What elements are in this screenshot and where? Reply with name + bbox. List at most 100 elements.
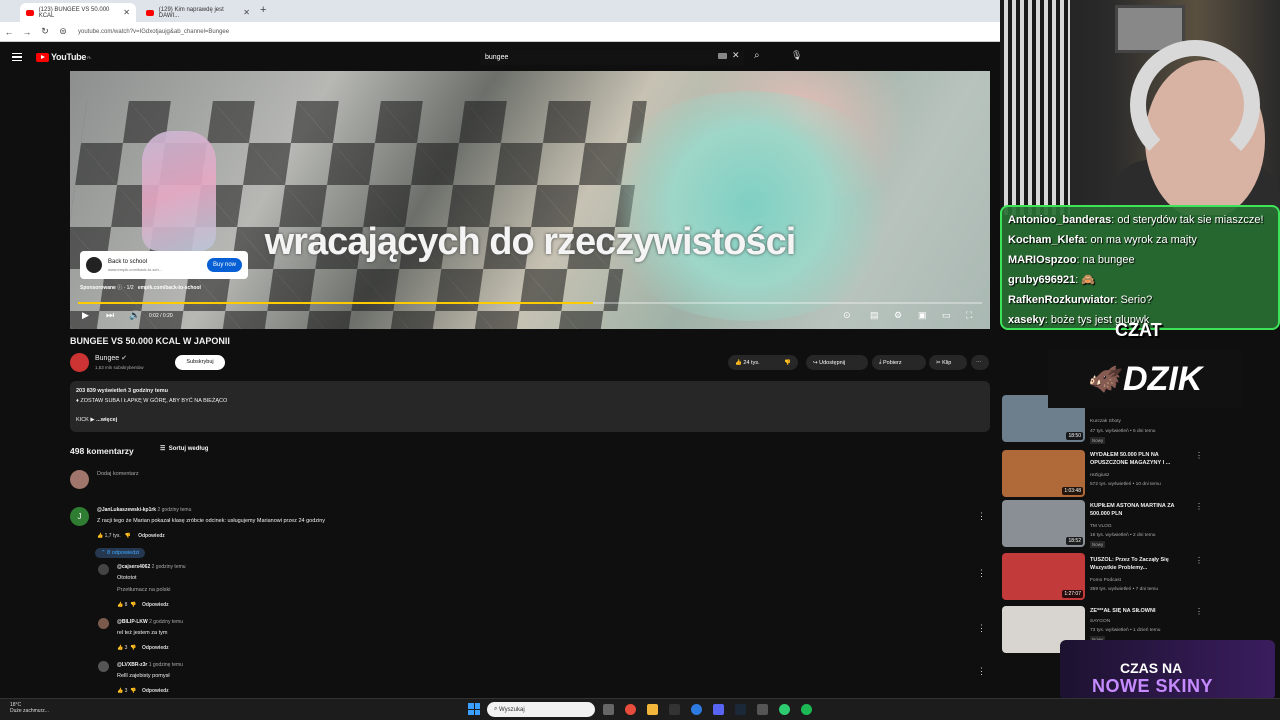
video-channel[interactable]: SAYGON xyxy=(1090,618,1110,626)
browser-icon[interactable] xyxy=(691,704,702,715)
more-actions-icon[interactable]: ⋯ xyxy=(971,355,989,370)
video-thumbnail[interactable]: 1:27:07 xyxy=(1002,553,1085,600)
terminal-icon[interactable] xyxy=(669,704,680,715)
video-thumbnail[interactable]: 1:03:48 xyxy=(1002,450,1085,497)
clip-button[interactable]: ✂ Klip xyxy=(929,355,967,370)
comment-menu-icon[interactable]: ⋮ xyxy=(977,666,986,677)
video-title[interactable]: TUSZOL: Przez To Zacząły Się Wszystkie P… xyxy=(1090,556,1190,572)
theater-mode-icon[interactable]: ▭ xyxy=(942,310,951,321)
comment-menu-icon[interactable]: ⋮ xyxy=(977,623,986,634)
weather-widget[interactable]: 18°C Duże zachmurz... xyxy=(10,702,49,714)
video-player[interactable]: wracających do rzeczywistości Back to sc… xyxy=(70,71,990,329)
taskbar-search[interactable]: ⌕ Wyszukaj xyxy=(487,702,595,717)
buy-now-button[interactable]: Buy now xyxy=(206,258,242,272)
steam-icon[interactable] xyxy=(735,704,746,715)
chrome-icon[interactable] xyxy=(625,704,636,715)
add-comment-input[interactable]: Dodaj komentarz xyxy=(97,471,139,477)
new-tab-button[interactable]: + xyxy=(260,4,266,16)
discord-icon[interactable] xyxy=(713,704,724,715)
windows-start-icon[interactable] xyxy=(468,703,480,715)
app-icon[interactable] xyxy=(779,704,790,715)
search-input[interactable]: bungee xyxy=(480,50,744,65)
fullscreen-icon[interactable]: ⛶ xyxy=(966,310,972,321)
like-count[interactable]: 24 tys. xyxy=(743,360,759,366)
file-explorer-icon[interactable] xyxy=(647,704,658,715)
reply-avatar[interactable] xyxy=(98,618,109,629)
spotify-icon[interactable] xyxy=(801,704,812,715)
comment-author[interactable]: @JanLukaszewski-kp1rk 2 godziny temu xyxy=(97,507,191,513)
url-field[interactable]: youtube.com/watch?v=IGdxotjaujg&ab_chann… xyxy=(78,29,229,35)
reload-icon[interactable]: ↻ xyxy=(36,26,54,37)
reply-button[interactable]: Odpowiedz xyxy=(142,602,169,608)
youtube-logo[interactable]: YouTube PL xyxy=(36,52,92,62)
next-icon[interactable]: ⏭ xyxy=(106,310,114,321)
clear-search-icon[interactable]: ✕ xyxy=(732,50,740,61)
app-icon[interactable] xyxy=(757,704,768,715)
dislike-icon[interactable]: 👎 xyxy=(130,688,136,694)
reply-button[interactable]: Odpowiedz xyxy=(138,533,165,539)
sponsor-link[interactable]: empik.com/back-to-school xyxy=(138,285,201,291)
reply-button[interactable]: Odpowiedz xyxy=(142,645,169,651)
close-tab-icon[interactable]: ✕ xyxy=(123,8,130,17)
dislike-icon[interactable]: 👎 xyxy=(125,533,131,539)
subtitles-icon[interactable]: ▤ xyxy=(870,310,879,321)
reply-button[interactable]: Odpowiedz xyxy=(142,688,169,694)
share-button[interactable]: ↪ Udostępnij xyxy=(806,355,868,370)
reply-author[interactable]: @cajsers4062 2 godziny temu xyxy=(117,564,186,570)
show-more-link[interactable]: ...więcej xyxy=(96,417,117,423)
autoplay-toggle-icon[interactable]: ⊙ xyxy=(843,310,851,321)
hamburger-menu-icon[interactable] xyxy=(12,53,22,61)
forward-icon[interactable]: → xyxy=(18,27,36,37)
video-menu-icon[interactable]: ⋮ xyxy=(1195,451,1203,460)
like-icon[interactable]: 👍 xyxy=(735,360,742,366)
channel-name[interactable]: Bungee ✔ xyxy=(95,354,127,362)
video-channel[interactable]: TM VLOG xyxy=(1090,523,1112,531)
reply-avatar[interactable] xyxy=(98,661,109,672)
video-title[interactable]: ZE***AŁ SIĘ NA SIŁOWNI xyxy=(1090,607,1190,615)
description-box[interactable]: 203 839 wyświetleń 3 godziny temu ♦ ZOST… xyxy=(70,381,990,432)
like-icon[interactable]: 👍 xyxy=(117,645,123,651)
like-icon[interactable]: 👍 xyxy=(117,602,123,608)
microphone-icon[interactable]: 🎙 xyxy=(791,50,802,61)
play-icon[interactable]: ▶ xyxy=(82,310,89,321)
replies-toggle[interactable]: ⌃ 8 odpowiedzi xyxy=(95,548,146,558)
video-menu-icon[interactable]: ⋮ xyxy=(1195,556,1203,565)
tab-bungee[interactable]: (123) BUNGEE VS 50.000 KCAL ✕ xyxy=(20,3,136,22)
video-channel[interactable]: reZigiusz xyxy=(1090,472,1109,480)
keyboard-icon[interactable] xyxy=(718,53,727,59)
ad-card[interactable]: Back to school www.empik.com/back-to-sch… xyxy=(80,251,248,279)
comment-avatar[interactable]: J xyxy=(70,507,89,526)
video-menu-icon[interactable]: ⋮ xyxy=(1195,607,1203,616)
video-thumbnail[interactable]: 18:52 xyxy=(1002,500,1085,547)
reply-author[interactable]: @LVXBR-z3r 1 godzinę temu xyxy=(117,662,183,668)
dislike-icon[interactable]: 👎 xyxy=(130,602,136,608)
volume-icon[interactable]: 🔊 xyxy=(129,310,140,321)
settings-gear-icon[interactable]: ⚙ xyxy=(894,310,902,321)
video-title[interactable]: KUPIŁEM ASTONA MARTINA ZA 500.000 PLN xyxy=(1090,502,1190,518)
close-tab-icon[interactable]: ✕ xyxy=(243,8,250,17)
miniplayer-icon[interactable]: ▣ xyxy=(918,310,927,321)
like-icon[interactable]: 👍 xyxy=(97,533,103,539)
comment-menu-icon[interactable]: ⋮ xyxy=(977,511,986,522)
dislike-icon[interactable]: 👎 xyxy=(784,360,791,366)
sort-button[interactable]: ☰ Sortuj według xyxy=(160,445,208,452)
reply-avatar[interactable] xyxy=(98,564,109,575)
video-title[interactable]: WYDAŁEM 50.000 PLN NA OPUSZCZONE MAGAZYN… xyxy=(1090,451,1190,467)
subscribe-button[interactable]: Subskrybuj xyxy=(175,355,225,370)
translate-link[interactable]: Przetłumacz na polski xyxy=(117,587,171,593)
video-channel[interactable]: Fomo Podcast xyxy=(1090,577,1121,585)
channel-avatar[interactable] xyxy=(70,353,89,372)
video-menu-icon[interactable]: ⋮ xyxy=(1195,502,1203,511)
back-icon[interactable]: ← xyxy=(0,27,18,37)
comment-menu-icon[interactable]: ⋮ xyxy=(977,568,986,579)
download-button[interactable]: ⤓ Pobierz xyxy=(872,355,926,370)
like-icon[interactable]: 👍 xyxy=(117,688,123,694)
video-channel[interactable]: Kurczak Shoty xyxy=(1090,418,1121,426)
task-view-icon[interactable] xyxy=(603,704,614,715)
search-icon[interactable]: ⌕ xyxy=(754,50,760,61)
progress-bar[interactable] xyxy=(78,302,982,304)
tab-kim[interactable]: (129) Kim naprawdę jest DAWI... ✕ xyxy=(140,3,256,22)
site-info-icon[interactable]: ⊜ xyxy=(54,26,72,37)
reply-author[interactable]: @BILIP-LKW 2 godziny temu xyxy=(117,619,183,625)
dislike-icon[interactable]: 👎 xyxy=(130,645,136,651)
